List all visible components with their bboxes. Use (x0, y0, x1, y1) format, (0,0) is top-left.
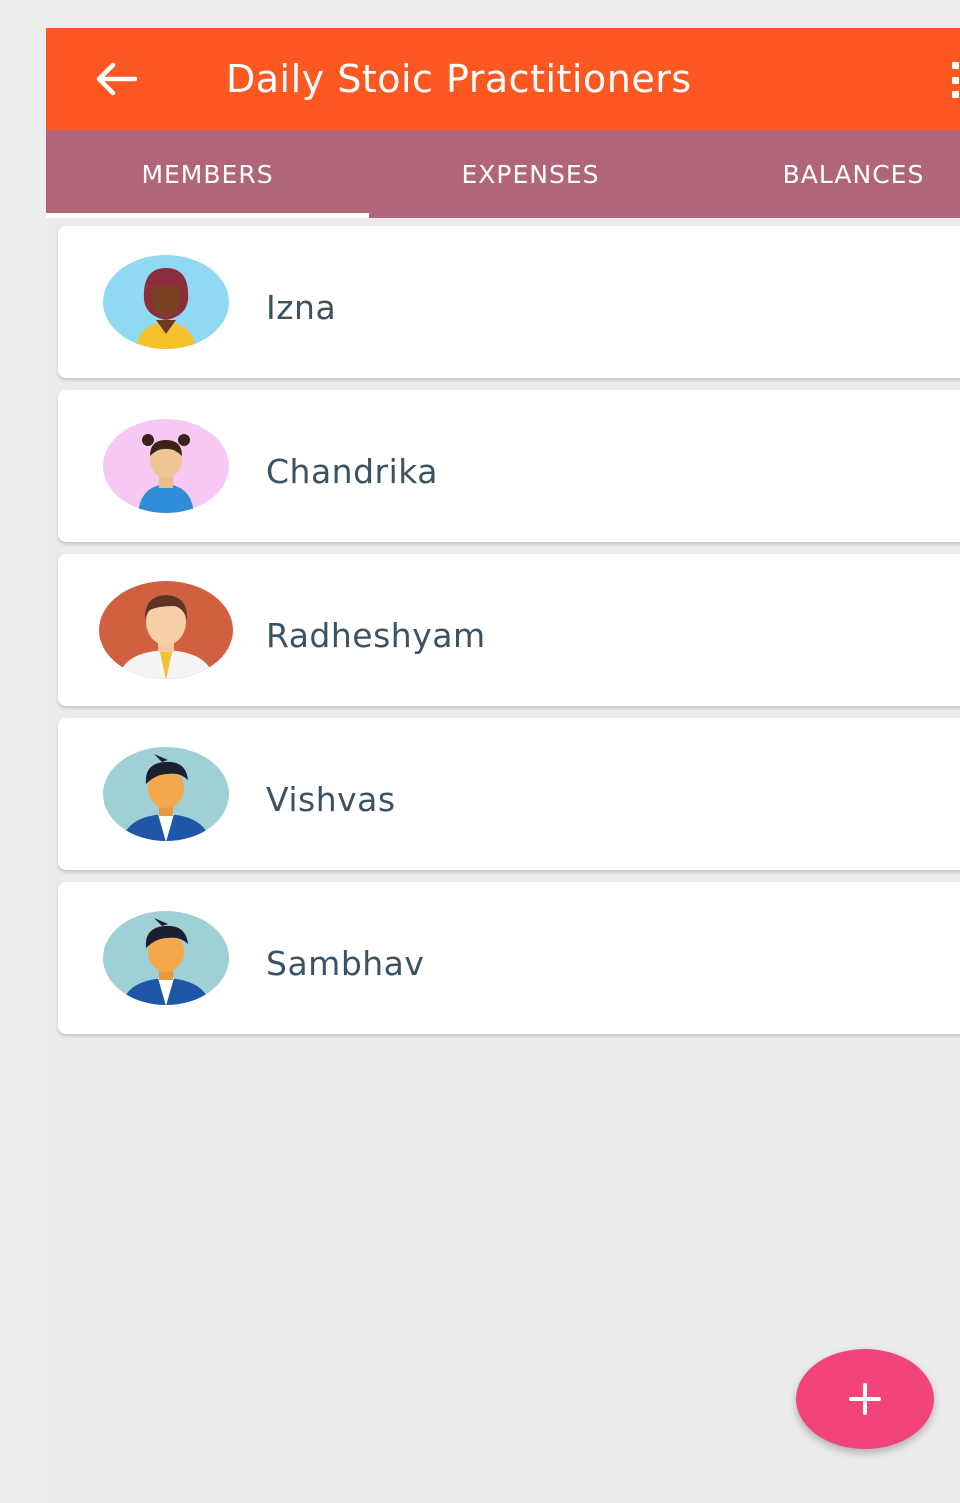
tab-indicator (46, 213, 369, 218)
boy-avatar-icon (103, 747, 229, 841)
list-item[interactable]: Radheshyam (58, 554, 960, 706)
girl-avatar-icon (103, 419, 229, 513)
avatar (102, 254, 230, 350)
arrow-left-icon (96, 62, 137, 96)
plus-icon (849, 1383, 881, 1415)
avatar (102, 746, 230, 842)
more-vert-icon-dot (951, 91, 959, 98)
tab-bar: MEMBERS EXPENSES BALANCES (46, 130, 960, 218)
avatar (102, 418, 230, 514)
more-vert-icon-dot (951, 76, 959, 84)
member-name: Izna (266, 288, 337, 327)
boy-avatar-icon (103, 911, 229, 1005)
avatar (102, 910, 230, 1006)
member-name: Vishvas (266, 780, 396, 819)
member-name: Sambhav (266, 944, 425, 983)
tab-balances[interactable]: BALANCES (692, 130, 960, 218)
member-name: Radheshyam (266, 616, 486, 655)
add-member-button[interactable] (796, 1349, 934, 1449)
more-options-button[interactable] (950, 62, 960, 98)
man-avatar-icon (99, 581, 233, 679)
back-button[interactable] (90, 56, 140, 102)
list-item[interactable]: Vishvas (58, 718, 960, 870)
list-item[interactable]: Izna (58, 226, 960, 378)
page-title: Daily Stoic Practitioners (226, 57, 692, 101)
avatar (99, 581, 233, 679)
member-list: Izna Chandrika Radheshyam Vishvas Sambha… (58, 226, 960, 1046)
member-name: Chandrika (266, 452, 439, 491)
app-bar: Daily Stoic Practitioners (46, 28, 960, 130)
list-item[interactable]: Sambhav (58, 882, 960, 1034)
more-vert-icon (951, 62, 959, 69)
list-item[interactable]: Chandrika (58, 390, 960, 542)
tab-expenses[interactable]: EXPENSES (369, 130, 692, 218)
app-screen: Daily Stoic Practitioners MEMBERS EXPENS… (46, 28, 960, 1503)
woman-avatar-icon (103, 255, 229, 349)
tab-members[interactable]: MEMBERS (46, 130, 369, 218)
